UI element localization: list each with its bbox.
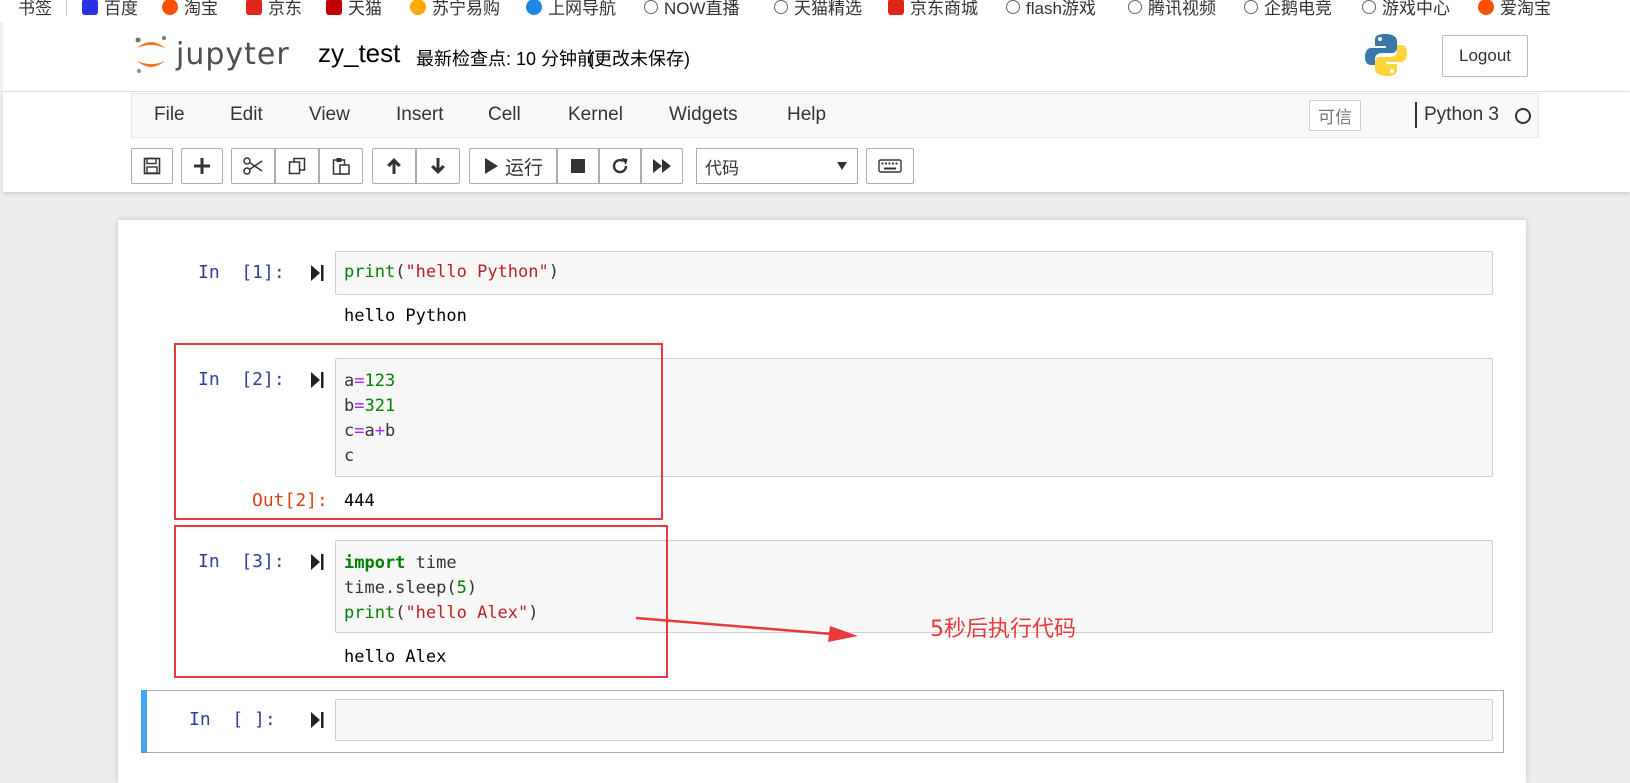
fast-forward-icon xyxy=(653,159,671,173)
jupyter-logo-icon xyxy=(135,36,166,74)
arrow-down-icon xyxy=(431,158,445,174)
stop-icon xyxy=(571,159,585,173)
bookmark-folder[interactable]: 书签 xyxy=(18,0,52,19)
cell-4-input[interactable] xyxy=(335,699,1493,741)
annotation-box-cell-3 xyxy=(174,525,668,678)
globe-icon xyxy=(774,0,788,14)
bookmark-jd-mall[interactable]: 京东商城 xyxy=(888,0,978,19)
copy-icon xyxy=(288,157,306,175)
restart-kernel-button[interactable] xyxy=(599,148,641,184)
refresh-icon xyxy=(612,158,628,174)
kernel-separator xyxy=(1415,102,1417,128)
annotation-box-cell-2 xyxy=(174,343,663,520)
menu-view[interactable]: View xyxy=(309,104,350,126)
interrupt-kernel-button[interactable] xyxy=(557,148,599,184)
annotation-arrow xyxy=(635,616,858,642)
save-button[interactable] xyxy=(131,148,173,184)
trusted-indicator[interactable]: 可信 xyxy=(1309,100,1361,131)
bookmark-flash[interactable]: flash游戏 xyxy=(1006,0,1096,19)
paste-button[interactable] xyxy=(319,148,363,184)
bookmark-nav[interactable]: 上网导航 xyxy=(526,0,616,19)
menu-file[interactable]: File xyxy=(154,104,185,126)
globe-icon xyxy=(1006,0,1020,14)
jupyter-logo[interactable]: jupyter xyxy=(134,34,290,74)
insert-cell-button[interactable] xyxy=(181,148,223,184)
python-logo-icon xyxy=(1365,33,1407,82)
restart-run-all-button[interactable] xyxy=(641,148,683,184)
selected-cell-indicator xyxy=(141,690,147,753)
globe-icon xyxy=(1128,0,1142,14)
cell-1-input[interactable]: print("hello Python") xyxy=(335,251,1493,295)
ie-icon xyxy=(526,0,542,15)
logout-button[interactable]: Logout xyxy=(1442,35,1528,77)
tmall-icon xyxy=(326,0,342,15)
scissors-icon xyxy=(243,157,263,175)
arrow-up-icon xyxy=(387,158,401,174)
bookmark-suning[interactable]: 苏宁易购 xyxy=(410,0,500,19)
menu-help[interactable]: Help xyxy=(787,104,826,126)
plus-icon xyxy=(194,158,210,174)
notebook-name[interactable]: zy_test xyxy=(318,38,400,69)
annotation-text: 5秒后执行代码 xyxy=(930,617,1076,642)
chevron-down-icon xyxy=(837,162,847,170)
save-icon xyxy=(143,157,161,175)
jd-icon xyxy=(246,0,262,15)
taobao-icon xyxy=(162,0,178,15)
menu-edit[interactable]: Edit xyxy=(230,104,263,126)
globe-icon xyxy=(1362,0,1376,14)
move-up-button[interactable] xyxy=(372,148,416,184)
baidu-icon xyxy=(82,0,98,15)
run-cell-icon[interactable] xyxy=(310,711,324,729)
menu-insert[interactable]: Insert xyxy=(396,104,444,126)
bookmark-now[interactable]: NOW直播 xyxy=(644,0,740,19)
paste-icon xyxy=(332,158,350,175)
copy-button[interactable] xyxy=(275,148,319,184)
cell-1-code: print("hello Python") xyxy=(344,262,559,282)
menubar: File Edit View Insert Cell Kernel Widget… xyxy=(131,93,1539,138)
keyboard-icon xyxy=(878,159,902,173)
run-cell-icon[interactable] xyxy=(310,264,324,282)
cell-1-in-prompt: In [1]: xyxy=(198,262,285,283)
cell-4-in-prompt: In [ ]: xyxy=(189,709,276,730)
globe-icon xyxy=(644,0,658,14)
menu-kernel[interactable]: Kernel xyxy=(568,104,623,126)
autosave-status: (更改未保存) xyxy=(588,49,690,69)
globe-icon xyxy=(1244,0,1258,14)
bookmark-aitaobao[interactable]: 爱淘宝 xyxy=(1478,0,1551,19)
cut-button[interactable] xyxy=(231,148,275,184)
play-icon xyxy=(484,158,498,174)
move-down-button[interactable] xyxy=(416,148,460,184)
kernel-idle-indicator-icon xyxy=(1515,108,1531,124)
taobao-icon xyxy=(1478,0,1494,15)
bookmark-game-center[interactable]: 游戏中心 xyxy=(1362,0,1450,19)
bookmark-tencent-video[interactable]: 腾讯视频 xyxy=(1128,0,1216,19)
bookmark-baidu[interactable]: 百度 xyxy=(82,0,138,19)
command-palette-button[interactable] xyxy=(866,148,914,184)
jd-icon xyxy=(888,0,904,15)
bookmark-taobao[interactable]: 淘宝 xyxy=(162,0,218,19)
checkpoint-status: 最新检查点: 10 分钟前 xyxy=(416,49,596,69)
bookmark-penguin[interactable]: 企鹅电竞 xyxy=(1244,0,1332,19)
bookmark-jd[interactable]: 京东 xyxy=(246,0,302,19)
cell-1-output: hello Python xyxy=(344,306,467,326)
bookmark-separator xyxy=(66,0,67,16)
kernel-name[interactable]: Python 3 xyxy=(1424,104,1499,126)
suning-icon xyxy=(410,0,426,15)
bookmark-tmall[interactable]: 天猫 xyxy=(326,0,382,19)
bookmark-tmall-select[interactable]: 天猫精选 xyxy=(774,0,862,19)
bookmarks-bar: 书签 百度 淘宝 京东 天猫 苏宁易购 上网导航 NOW直播 天猫精选 京东商城… xyxy=(0,0,1630,22)
jupyter-logo-text: jupyter xyxy=(176,36,290,72)
run-button[interactable]: 运行 xyxy=(469,148,557,184)
menu-widgets[interactable]: Widgets xyxy=(669,104,738,126)
menu-cell[interactable]: Cell xyxy=(488,104,521,126)
cell-type-select[interactable]: 代码 xyxy=(696,148,858,184)
